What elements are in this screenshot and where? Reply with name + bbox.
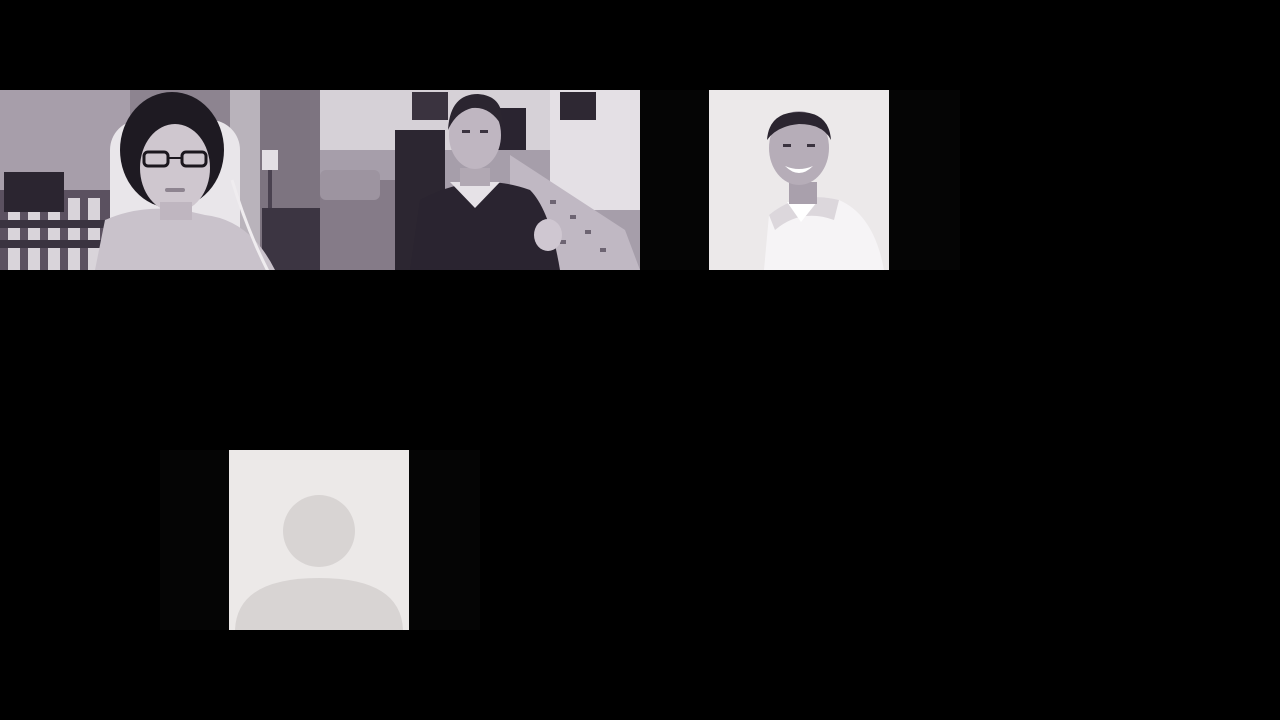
participant-video-tile-1[interactable] bbox=[0, 90, 320, 270]
participant-placeholder-tile[interactable] bbox=[160, 450, 480, 630]
participant-photo-tile[interactable] bbox=[640, 90, 960, 270]
participant-video-tile-2[interactable] bbox=[320, 90, 640, 270]
profile-photo bbox=[709, 90, 889, 270]
video-gallery bbox=[0, 0, 1280, 720]
default-avatar-icon bbox=[229, 450, 409, 630]
participant-video-frame bbox=[320, 90, 640, 270]
participant-video-frame bbox=[0, 90, 320, 270]
